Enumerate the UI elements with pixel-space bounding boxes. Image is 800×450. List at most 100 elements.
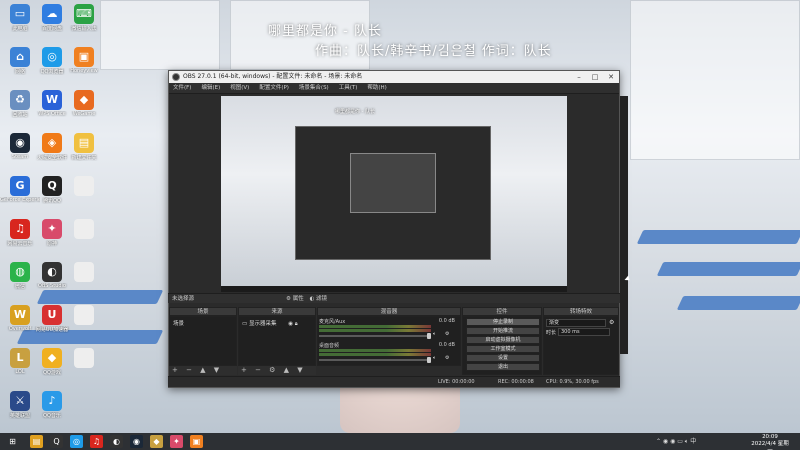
preview-lyric: 哪里都是你 - 队长 [335, 109, 375, 115]
system-clock[interactable]: 20:09 2022/4/4 星期一 [750, 434, 790, 450]
volume-meter [319, 329, 431, 332]
speaker-icon[interactable]: 🔈︎ [433, 331, 436, 337]
duration-label: 时长 [546, 330, 557, 336]
virtual-camera-button[interactable]: 启动虚拟摄像机 [466, 336, 540, 344]
stop-recording-button[interactable]: 停止录制 [466, 318, 540, 326]
file-explorer-icon[interactable]: ▤ [30, 435, 43, 448]
blank-icon [74, 348, 94, 368]
channel-db: 0.0 dB [438, 318, 455, 324]
studio-mode-button[interactable]: 工作室模式 [466, 345, 540, 353]
steam-icon[interactable]: ◉ [130, 435, 143, 448]
desktop-icon[interactable] [64, 303, 104, 339]
desktop-icon[interactable] [64, 346, 104, 382]
menu-item[interactable]: 工具(T) [339, 85, 358, 91]
gear-icon[interactable]: ⚙ [445, 331, 449, 337]
filter-icon[interactable]: ◐ [309, 296, 314, 302]
preview-nested-obs-2 [350, 153, 436, 213]
list-item[interactable]: 场景 [170, 317, 236, 329]
menu-item[interactable]: 配置文件(P) [259, 85, 289, 91]
tray-icons[interactable]: ⌃ ◉ ◉ ▭ 🔈︎ 中 [656, 436, 696, 446]
scenes-list[interactable]: 场景 [169, 316, 237, 366]
scenes-dock-title: 场景 [169, 307, 237, 316]
qq-icon: Q [42, 176, 62, 196]
gear-icon[interactable]: ⚙ [609, 319, 614, 326]
obs-title-bar[interactable]: OBS 27.0.1 (64-bit, windows) - 配置文件: 未命名… [169, 71, 619, 83]
eye-icon[interactable]: ◉ [288, 321, 293, 327]
menu-item[interactable]: 场景集合(S) [299, 85, 329, 91]
menu-item[interactable]: 编辑(E) [201, 85, 220, 91]
volume-slider-handle[interactable] [427, 333, 431, 339]
settings-button[interactable]: 设置 [466, 354, 540, 362]
gpu-icon: G [10, 176, 30, 196]
computer-icon: ▭ [10, 4, 30, 24]
lyric-line-1: 哪里都是你 - 队长 [268, 24, 382, 39]
desktop-icon[interactable]: ▣ Honeyview [64, 45, 104, 81]
desktop-icon[interactable]: ◆ WeGame [64, 88, 104, 124]
mixer-channel-1: 麦克风/Aux 0.0 dB 🔈︎ ⚙ [319, 318, 457, 342]
desktop-icon-label: 新建文件夹 [71, 155, 97, 161]
qq-icon[interactable]: Q [50, 435, 63, 448]
genshin-icon: ✦ [42, 219, 62, 239]
desktop-icon[interactable] [64, 260, 104, 296]
speaker-icon[interactable]: 🔈︎ [433, 355, 436, 361]
wechat-icon: ◍ [10, 262, 30, 282]
obs-logo-icon [172, 73, 180, 81]
rec-status: REC: 00:00:08 [498, 379, 534, 385]
window-pane [630, 0, 800, 160]
lol-icon: L [10, 348, 30, 368]
clock-time: 20:09 [762, 434, 778, 440]
start-streaming-button[interactable]: 开始推流 [466, 327, 540, 335]
duration-input[interactable]: 300 ms [558, 328, 610, 336]
desktop-icon[interactable]: ⌨ 微信输入法 [64, 2, 104, 38]
transition-select[interactable]: 渐变 [546, 319, 606, 327]
browser-icon[interactable]: ◎ [70, 435, 83, 448]
sources-list[interactable]: ▭ 显示器采集 ◉ 🔒︎ [238, 316, 316, 366]
netease-music-icon[interactable]: ♫ [90, 435, 103, 448]
volume-slider[interactable] [319, 335, 431, 337]
qq-music-icon: ♪ [42, 391, 62, 411]
obs-icon: ◐ [42, 262, 62, 282]
overwolf-icon: W [10, 305, 30, 325]
no-source-label: 未选择源 [172, 296, 195, 302]
desktop-icon[interactable]: ♪ QQ音乐 [32, 389, 72, 425]
honeyview-icon[interactable]: ▣ [190, 435, 203, 448]
wps-icon: W [42, 90, 62, 110]
obs-icon[interactable]: ◐ [110, 435, 123, 448]
lock-icon[interactable]: 🔒︎ [295, 321, 298, 327]
volume-slider[interactable] [319, 359, 431, 361]
desktop-icon-label: QQ音乐 [43, 413, 61, 419]
genshin-icon[interactable]: ✦ [170, 435, 183, 448]
maximize-icon[interactable]: □ [587, 71, 603, 83]
gear-icon[interactable]: ⚙ [286, 296, 291, 302]
volume-slider-handle[interactable] [427, 357, 431, 363]
desktop-icon[interactable] [64, 217, 104, 253]
filters-button[interactable]: 滤镜 [316, 296, 327, 302]
preview-taskbar [221, 286, 567, 292]
mixer-dock-title: 混音器 [317, 307, 461, 316]
close-icon[interactable]: ✕ [603, 71, 619, 83]
obs-preview[interactable]: 哪里都是你 - 队长 [221, 96, 567, 292]
properties-button[interactable]: 属性 [293, 296, 304, 302]
transitions-dock-title: 转场特效 [543, 307, 619, 316]
game-icon[interactable]: ◆ [150, 435, 163, 448]
desktop-icon-label: WeGame [72, 111, 96, 117]
sources-dock-toolbar[interactable]: + − ⚙ ▲ ▼ [238, 366, 316, 375]
exit-button[interactable]: 退出 [466, 363, 540, 371]
accelerator-icon: U [42, 305, 62, 325]
desktop-icon[interactable] [64, 174, 104, 210]
minimize-icon[interactable]: – [571, 71, 587, 83]
scenes-dock-toolbar[interactable]: + − ▲ ▼ [169, 366, 237, 375]
menu-item[interactable]: 帮助(H) [367, 85, 386, 91]
volume-meter [319, 325, 431, 328]
gear-icon[interactable]: ⚙ [445, 355, 449, 361]
blank-icon [74, 219, 94, 239]
steam-icon: ◉ [10, 133, 30, 153]
start-icon[interactable]: ⊞ [6, 435, 19, 448]
menu-item[interactable]: 文件(F) [173, 85, 191, 91]
keyboard-icon: ⌨ [74, 4, 94, 24]
live-status: LIVE: 00:00:00 [438, 379, 475, 385]
obs-statusbar: LIVE: 00:00:00 REC: 00:00:08 CPU: 0.9%, … [168, 376, 620, 387]
menu-item[interactable]: 视图(V) [230, 85, 249, 91]
list-item[interactable]: ▭ 显示器采集 ◉ 🔒︎ [239, 317, 315, 330]
desktop-icon[interactable]: ▤ 新建文件夹 [64, 131, 104, 167]
